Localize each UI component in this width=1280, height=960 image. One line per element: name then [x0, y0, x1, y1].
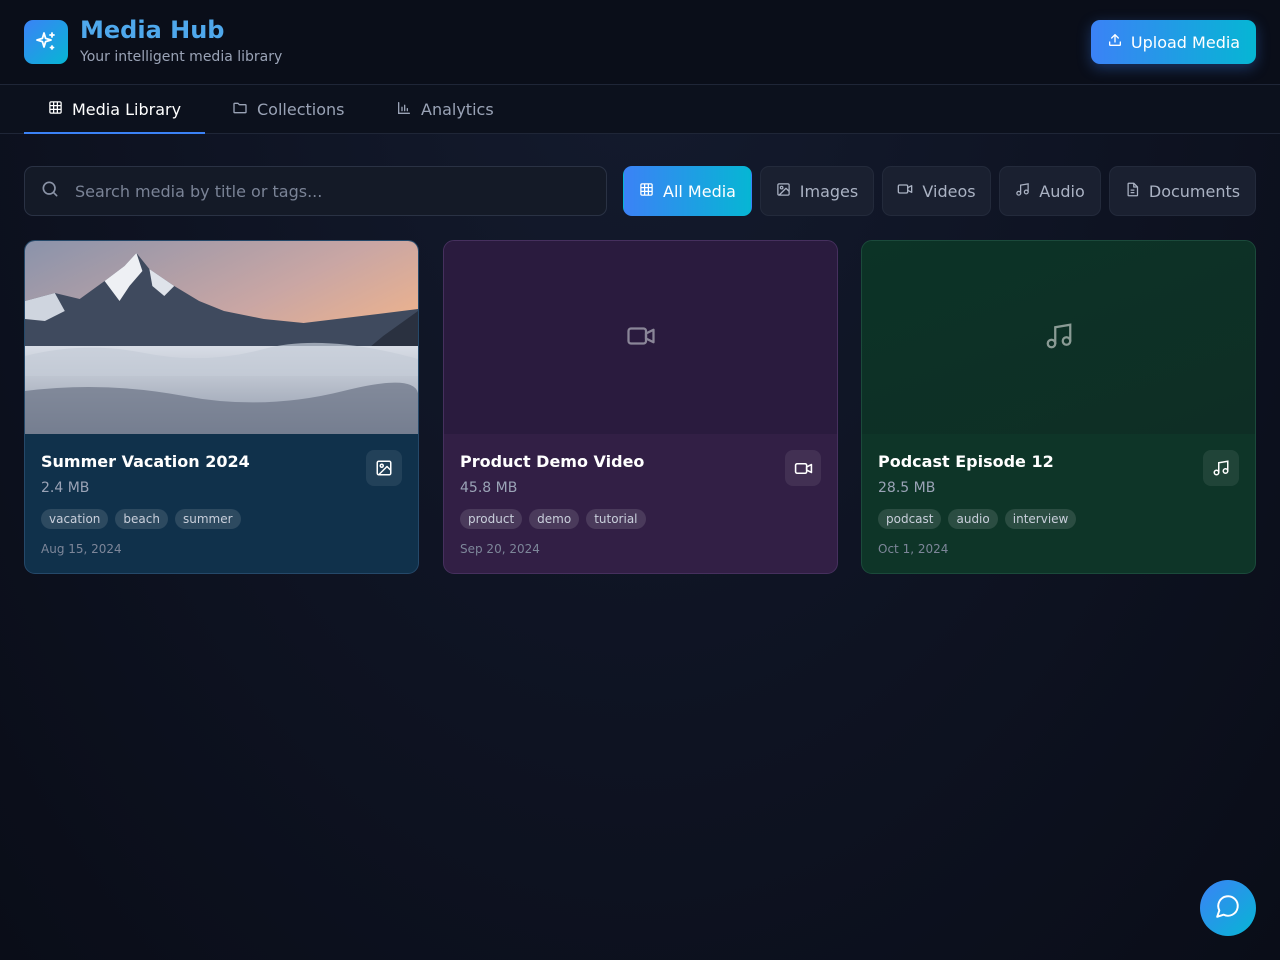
upload-media-button[interactable]: Upload Media: [1091, 20, 1256, 64]
image-icon: [366, 450, 402, 486]
media-card-body: Podcast Episode 12 28.5 MB podcast audio…: [862, 434, 1255, 573]
video-icon: [785, 450, 821, 486]
folder-icon: [232, 100, 248, 120]
chat-button[interactable]: [1200, 880, 1256, 936]
media-size: 45.8 MB: [460, 480, 518, 496]
video-icon: [897, 181, 913, 201]
active-tab-indicator: [24, 132, 205, 134]
upload-icon: [1107, 32, 1123, 52]
media-card-body: Product Demo Video 45.8 MB product demo …: [444, 434, 837, 573]
tag[interactable]: product: [460, 509, 523, 529]
main-tabs: Media Library Collections Analytics: [0, 85, 1280, 134]
tag[interactable]: summer: [174, 509, 241, 529]
app-title: Media Hub: [80, 16, 225, 44]
app-header: Media Hub Your intelligent media library…: [0, 0, 1280, 85]
media-card[interactable]: Podcast Episode 12 28.5 MB podcast audio…: [861, 240, 1256, 574]
filter-label: Videos: [922, 181, 976, 201]
tab-media-library[interactable]: Media Library: [48, 85, 181, 134]
media-size: 28.5 MB: [878, 480, 936, 496]
filter-label: Images: [799, 181, 859, 201]
media-title: Summer Vacation 2024: [41, 452, 250, 471]
music-icon: [1203, 450, 1239, 486]
tag[interactable]: audio: [948, 509, 998, 529]
tag[interactable]: beach: [115, 509, 168, 529]
filter-images[interactable]: Images: [760, 166, 874, 216]
media-title: Podcast Episode 12: [878, 452, 1054, 471]
bar-chart-icon: [396, 100, 412, 120]
media-tags: product demo tutorial: [460, 509, 646, 529]
tag[interactable]: demo: [529, 509, 580, 529]
sparkles-icon: [24, 20, 68, 64]
search-icon: [40, 179, 60, 203]
filter-audio[interactable]: Audio: [999, 166, 1101, 216]
tab-label: Collections: [257, 100, 345, 119]
media-card[interactable]: Summer Vacation 2024 2.4 MB vacation bea…: [24, 240, 419, 574]
document-icon: [1125, 182, 1140, 201]
tab-analytics[interactable]: Analytics: [396, 85, 494, 134]
filter-label: All Media: [663, 181, 736, 201]
image-icon: [776, 182, 791, 201]
tag[interactable]: interview: [1004, 509, 1077, 529]
search-bar: [24, 166, 607, 216]
tab-label: Media Library: [72, 100, 182, 119]
music-icon: [1044, 321, 1074, 355]
media-date: Aug 15, 2024: [41, 542, 122, 556]
media-thumbnail: [444, 241, 837, 434]
filter-documents[interactable]: Documents: [1109, 166, 1256, 216]
upload-media-label: Upload Media: [1130, 32, 1241, 52]
tab-label: Analytics: [421, 100, 494, 119]
search-input[interactable]: [75, 181, 575, 201]
media-card-body: Summer Vacation 2024 2.4 MB vacation bea…: [25, 434, 418, 573]
grid-icon: [48, 100, 63, 119]
media-date: Oct 1, 2024: [878, 542, 949, 556]
filter-label: Documents: [1148, 181, 1241, 201]
app-subtitle: Your intelligent media library: [80, 49, 283, 65]
filter-all-media[interactable]: All Media: [623, 166, 752, 216]
filter-label: Audio: [1039, 181, 1085, 201]
tag[interactable]: podcast: [878, 509, 942, 529]
video-icon: [626, 321, 656, 355]
media-thumbnail: [25, 241, 418, 434]
tag[interactable]: vacation: [41, 509, 109, 529]
tag[interactable]: tutorial: [586, 509, 646, 529]
media-thumbnail: [862, 241, 1255, 434]
media-date: Sep 20, 2024: [460, 542, 540, 556]
filter-videos[interactable]: Videos: [882, 166, 991, 216]
grid-icon: [639, 182, 654, 201]
tab-collections[interactable]: Collections: [232, 85, 344, 134]
media-tags: podcast audio interview: [878, 509, 1077, 529]
media-size: 2.4 MB: [41, 480, 90, 496]
media-tags: vacation beach summer: [41, 509, 241, 529]
music-icon: [1015, 182, 1030, 201]
chat-bubble-icon: [1215, 893, 1241, 923]
media-card[interactable]: Product Demo Video 45.8 MB product demo …: [443, 240, 838, 574]
media-title: Product Demo Video: [460, 452, 645, 471]
